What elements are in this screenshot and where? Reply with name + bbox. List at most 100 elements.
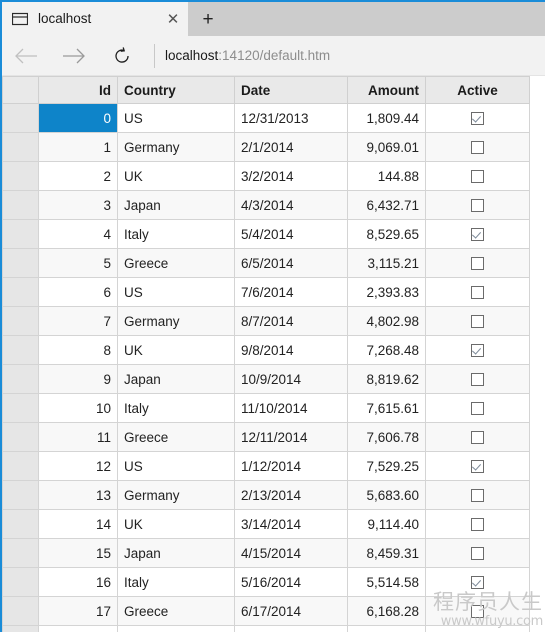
cell-amount[interactable]: 7,615.61 (347, 393, 426, 423)
table-row[interactable]: 16 Italy 5/16/2014 5,514.58 (2, 567, 530, 597)
cell-amount[interactable]: 6,168.28 (347, 596, 426, 626)
cell-active[interactable] (425, 596, 530, 626)
row-selector-cell[interactable] (2, 335, 39, 365)
row-selector-cell[interactable] (2, 161, 39, 191)
cell-date[interactable]: 1/12/2014 (234, 451, 348, 481)
table-row[interactable]: 4 Italy 5/4/2014 8,529.65 (2, 219, 530, 249)
cell-amount[interactable]: 1,809.44 (347, 103, 426, 133)
cell-id[interactable]: 13 (38, 480, 118, 510)
active-checkbox[interactable] (471, 315, 484, 329)
cell-active[interactable] (425, 422, 530, 452)
cell-id[interactable]: 2 (38, 161, 118, 191)
cell-country[interactable]: Japan (117, 190, 235, 220)
column-header-amount[interactable]: Amount (347, 76, 426, 104)
cell-active[interactable] (425, 190, 530, 220)
browser-tab-localhost[interactable]: localhost ✕ (2, 2, 188, 36)
cell-date[interactable]: 3/14/2014 (234, 509, 348, 539)
cell-id[interactable]: 15 (38, 538, 118, 568)
cell-id[interactable]: 1 (38, 132, 118, 162)
cell-date[interactable]: 9/8/2014 (234, 335, 348, 365)
active-checkbox[interactable] (471, 344, 484, 358)
active-checkbox[interactable] (471, 228, 484, 242)
row-selector-cell[interactable] (2, 538, 39, 568)
active-checkbox[interactable] (471, 547, 484, 561)
close-icon[interactable]: ✕ (158, 2, 188, 36)
address-bar[interactable]: localhost:14120/default.htm (161, 49, 545, 63)
table-row[interactable]: 18US7/18/20144,846.59 (2, 625, 530, 632)
cell-date[interactable]: 7/6/2014 (234, 277, 348, 307)
cell-country[interactable]: Greece (117, 248, 235, 278)
cell-id[interactable]: 18 (38, 625, 118, 632)
cell-active[interactable] (425, 161, 530, 191)
cell-id[interactable]: 8 (38, 335, 118, 365)
cell-id[interactable]: 6 (38, 277, 118, 307)
cell-active[interactable] (425, 480, 530, 510)
cell-country[interactable]: UK (117, 335, 235, 365)
cell-id[interactable]: 4 (38, 219, 118, 249)
cell-active[interactable] (425, 451, 530, 481)
cell-id[interactable]: 7 (38, 306, 118, 336)
table-row[interactable]: 7 Germany 8/7/2014 4,802.98 (2, 306, 530, 336)
row-selector-cell[interactable] (2, 364, 39, 394)
row-selector-cell[interactable] (2, 190, 39, 220)
cell-amount[interactable]: 4,846.59 (347, 625, 426, 632)
cell-date[interactable]: 5/4/2014 (234, 219, 348, 249)
cell-date[interactable]: 6/17/2014 (234, 596, 348, 626)
cell-amount[interactable]: 9,114.40 (347, 509, 426, 539)
cell-amount[interactable]: 8,529.65 (347, 219, 426, 249)
cell-active[interactable] (425, 306, 530, 336)
cell-country[interactable]: US (117, 277, 235, 307)
table-row[interactable]: 0 US 12/31/2013 1,809.44 (2, 103, 530, 133)
cell-id[interactable]: 3 (38, 190, 118, 220)
cell-active[interactable] (425, 509, 530, 539)
cell-active[interactable] (425, 538, 530, 568)
cell-country[interactable]: Greece (117, 422, 235, 452)
cell-date[interactable]: 7/18/2014 (234, 625, 348, 632)
active-checkbox[interactable] (471, 489, 484, 503)
cell-amount[interactable]: 6,432.71 (347, 190, 426, 220)
cell-active[interactable] (425, 393, 530, 423)
cell-country[interactable]: UK (117, 161, 235, 191)
cell-amount[interactable]: 8,459.31 (347, 538, 426, 568)
cell-date[interactable]: 12/31/2013 (234, 103, 348, 133)
active-checkbox[interactable] (471, 518, 484, 532)
cell-amount[interactable]: 2,393.83 (347, 277, 426, 307)
cell-active[interactable] (425, 103, 530, 133)
cell-amount[interactable]: 7,529.25 (347, 451, 426, 481)
row-selector-cell[interactable] (2, 393, 39, 423)
row-selector-cell[interactable] (2, 625, 39, 632)
table-row[interactable]: 10 Italy 11/10/2014 7,615.61 (2, 393, 530, 423)
cell-country[interactable]: US (117, 625, 235, 632)
cell-active[interactable] (425, 248, 530, 278)
cell-date[interactable]: 11/10/2014 (234, 393, 348, 423)
cell-id[interactable]: 10 (38, 393, 118, 423)
active-checkbox[interactable] (471, 431, 484, 445)
cell-date[interactable]: 4/3/2014 (234, 190, 348, 220)
active-checkbox[interactable] (471, 112, 484, 126)
cell-country[interactable]: Germany (117, 480, 235, 510)
column-header-rowselector[interactable] (2, 76, 39, 104)
cell-amount[interactable]: 4,802.98 (347, 306, 426, 336)
table-row[interactable]: 5 Greece 6/5/2014 3,115.21 (2, 248, 530, 278)
cell-country[interactable]: Italy (117, 219, 235, 249)
column-header-date[interactable]: Date (234, 76, 348, 104)
cell-id[interactable]: 17 (38, 596, 118, 626)
cell-country[interactable]: Germany (117, 132, 235, 162)
cell-id[interactable]: 0 (38, 103, 118, 133)
row-selector-cell[interactable] (2, 451, 39, 481)
cell-date[interactable]: 2/1/2014 (234, 132, 348, 162)
cell-active[interactable] (425, 277, 530, 307)
cell-amount[interactable]: 5,683.60 (347, 480, 426, 510)
table-row[interactable]: 1 Germany 2/1/2014 9,069.01 (2, 132, 530, 162)
active-checkbox[interactable] (471, 141, 484, 155)
cell-date[interactable]: 2/13/2014 (234, 480, 348, 510)
active-checkbox[interactable] (471, 257, 484, 271)
row-selector-cell[interactable] (2, 480, 39, 510)
cell-id[interactable]: 16 (38, 567, 118, 597)
active-checkbox[interactable] (471, 373, 484, 387)
row-selector-cell[interactable] (2, 219, 39, 249)
table-row[interactable]: 14 UK 3/14/2014 9,114.40 (2, 509, 530, 539)
table-row[interactable]: 9 Japan 10/9/2014 8,819.62 (2, 364, 530, 394)
forward-button[interactable] (50, 36, 98, 75)
cell-country[interactable]: UK (117, 509, 235, 539)
